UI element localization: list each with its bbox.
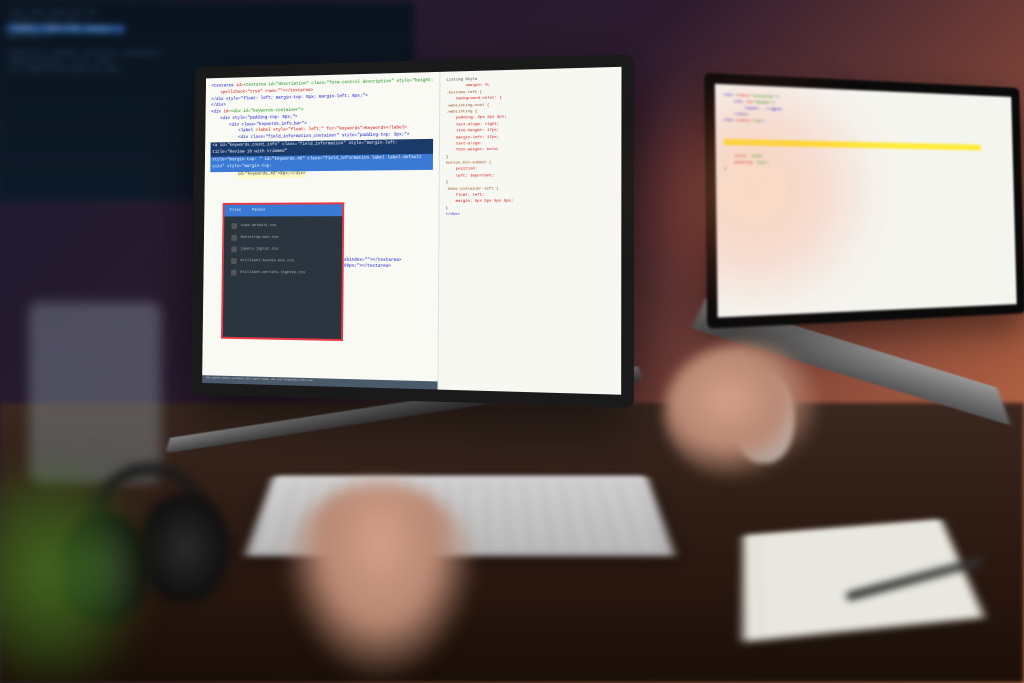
css-file-icon xyxy=(231,246,237,252)
second-laptop-screen: <div class="container"> <div id="header"… xyxy=(704,73,1024,329)
main-laptop: <textarea id=<textarea id="description" … xyxy=(191,54,634,408)
css-rule: </div> xyxy=(446,212,615,219)
headphone-earcup xyxy=(140,493,230,603)
css-file-icon xyxy=(232,223,238,229)
second-laptop: <div class="container"> <div id="header"… xyxy=(704,73,1024,329)
hand-on-mouse xyxy=(664,343,824,483)
highlighted-code-line xyxy=(724,139,981,151)
file-item[interactable]: side-default.css xyxy=(228,220,339,232)
code-line: id="keywords_49">8px;</div> xyxy=(210,170,433,179)
file-item[interactable]: bootstrap.min.css xyxy=(228,232,339,244)
file-popup-tabs: Files Panels xyxy=(224,204,342,216)
html-editor-pane[interactable]: <textarea id=<textarea id="description" … xyxy=(202,72,439,390)
hand-on-keyboard xyxy=(280,483,480,683)
tab-panels[interactable]: Panels xyxy=(252,208,265,214)
file-item[interactable]: jquery.jqplot.css xyxy=(228,244,339,256)
css-file-icon xyxy=(231,270,237,276)
file-list: side-default.css bootstrap.min.css jquer… xyxy=(224,216,343,283)
css-editor-pane[interactable]: Listing Style margin: 0; .bottoms-left {… xyxy=(438,67,622,395)
code-editor-window[interactable]: <textarea id=<textarea id="description" … xyxy=(191,54,634,408)
file-item[interactable]: brilliant.bundle.min.css xyxy=(227,255,338,267)
breadcrumb-status-bar: div.panel.panel-primary div.panel-body d… xyxy=(202,375,437,389)
water-glass xyxy=(30,303,160,483)
file-browser-popup[interactable]: Files Panels side-default.css bootstrap.… xyxy=(221,202,344,341)
css-file-icon xyxy=(231,235,237,241)
tab-files[interactable]: Files xyxy=(230,208,241,214)
plant-foreground-blur xyxy=(0,463,140,683)
css-file-icon xyxy=(231,258,237,264)
file-item[interactable]: brilliant-certify-lighten.css xyxy=(227,267,338,280)
